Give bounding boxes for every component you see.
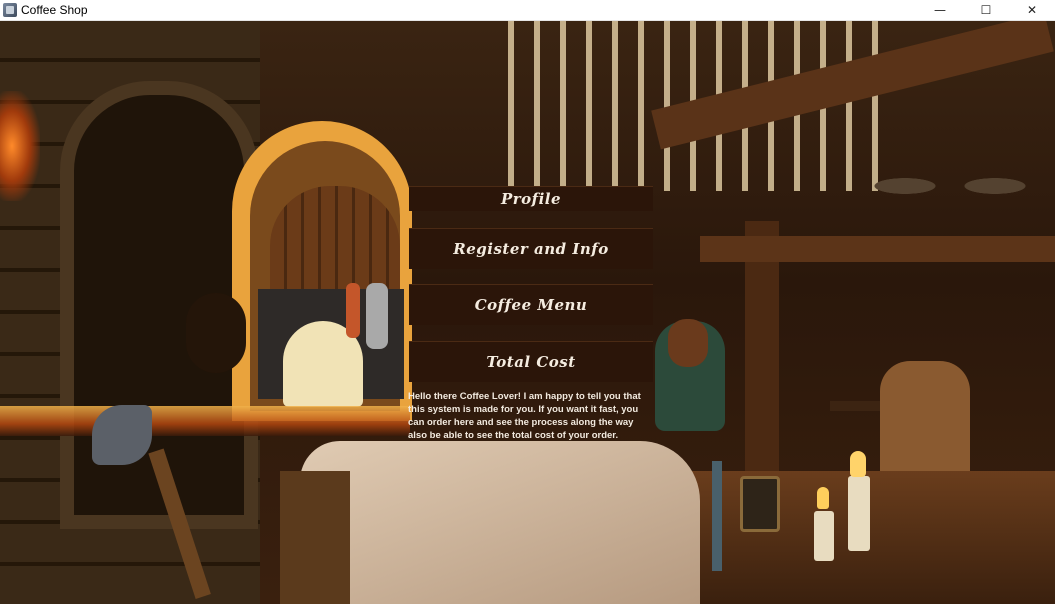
intro-text: Hello there Coffee Lover! I am happy to … [408,391,641,441]
wall-lamp [0,91,40,201]
register-button-label: Register and Info [453,240,609,258]
shelf-beam [700,236,1055,262]
profile-button-label: Profile [500,190,562,208]
register-button[interactable]: Register and Info [409,228,653,269]
candle-2 [814,511,834,561]
side-table [830,401,880,411]
cauldron [186,293,246,373]
candle-flame-1 [850,451,866,477]
total-cost-button-label: Total Cost [486,353,576,371]
candle-flame-2 [817,487,829,509]
barrels [860,151,1040,221]
cloth-sack [300,441,700,604]
tavern-background: Profile Register and Info Coffee Menu To… [0,21,1055,604]
total-cost-button[interactable]: Total Cost [409,341,653,382]
hanging-fish [366,283,388,349]
fire-glow [0,406,410,436]
coffee-menu-button[interactable]: Coffee Menu [409,284,653,325]
wooden-crate [280,471,350,604]
bottle [712,461,722,571]
window-title-bar: Coffee Shop — ☐ ✕ [0,0,1055,21]
axe-head [92,405,152,465]
profile-button[interactable]: Profile [409,186,653,211]
window-controls: — ☐ ✕ [917,0,1055,20]
window-title: Coffee Shop [21,3,88,17]
hanging-meat [346,283,360,338]
maximize-button[interactable]: ☐ [963,0,1009,20]
coffee-menu-button-label: Coffee Menu [474,296,588,314]
lantern [740,476,780,532]
close-button[interactable]: ✕ [1009,0,1055,20]
app-icon [3,3,17,17]
minimize-button[interactable]: — [917,0,963,20]
wooden-door [270,186,400,291]
person-head [668,319,708,367]
candle-1 [848,476,870,551]
